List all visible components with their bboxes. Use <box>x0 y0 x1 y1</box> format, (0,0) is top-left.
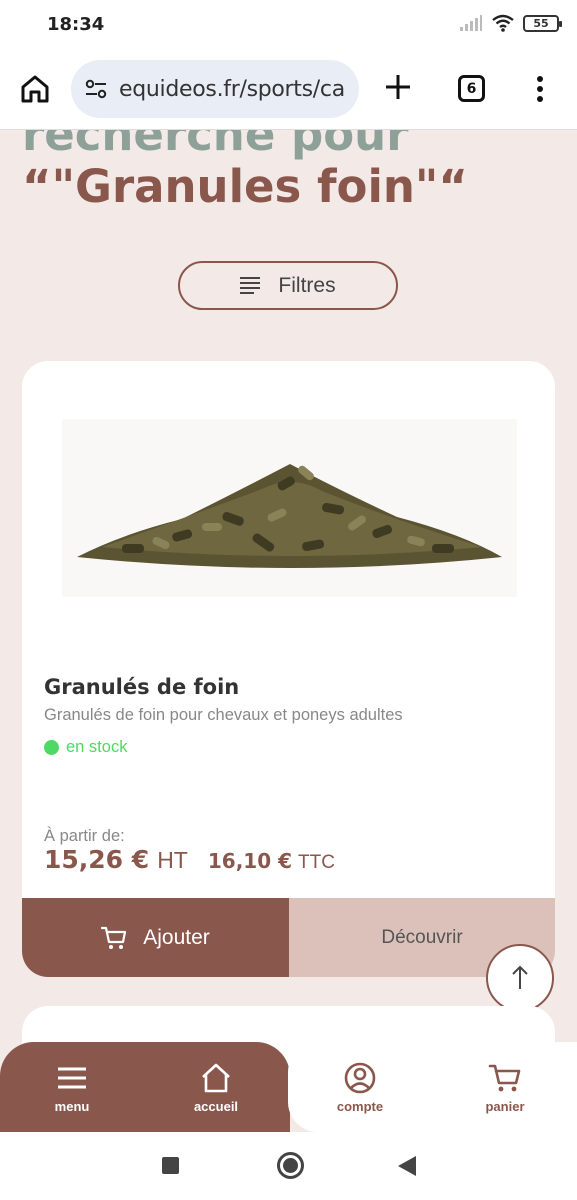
signal-icon <box>460 15 482 31</box>
price-ttc-unit: TTC <box>298 852 335 873</box>
menu-icon <box>58 1067 86 1088</box>
heading-line-1: recherche pour <box>22 108 409 161</box>
scroll-to-top-button[interactable] <box>486 944 554 1012</box>
stock-dot-icon <box>44 740 59 755</box>
system-navigation-bar <box>0 1132 577 1200</box>
nav-label-menu: menu <box>54 1098 90 1114</box>
nav-label-cart: panier <box>485 1098 525 1114</box>
card-actions: Ajouter Découvrir <box>22 898 555 977</box>
price-ht: 15,26 € <box>44 845 150 874</box>
search-results-heading: recherche pour “"Granules foin"“ <box>22 100 562 212</box>
wifi-icon <box>492 14 514 32</box>
status-icons: 55 <box>459 14 562 32</box>
account-icon <box>344 1062 376 1093</box>
product-name[interactable]: Granulés de foin <box>44 675 239 699</box>
nav-label-home: accueil <box>193 1098 239 1114</box>
filters-button[interactable]: Filtres <box>178 261 398 310</box>
site-settings-icon[interactable] <box>83 76 109 102</box>
system-home-icon[interactable] <box>277 1152 304 1179</box>
nav-item-menu[interactable]: menu <box>17 1042 127 1132</box>
nav-item-account[interactable]: compte <box>305 1042 415 1132</box>
discover-label: Découvrir <box>381 926 463 948</box>
arrow-up-icon <box>512 965 528 989</box>
product-image[interactable] <box>62 419 517 597</box>
stock-status: en stock <box>44 738 127 757</box>
price-ttc: 16,10 € <box>207 849 292 873</box>
recent-apps-icon[interactable] <box>162 1157 179 1174</box>
price-row: 15,26 € HT 16,10 € TTC <box>44 845 335 874</box>
add-to-cart-button[interactable]: Ajouter <box>22 898 289 977</box>
price-ht-unit: HT <box>157 847 188 873</box>
status-time: 18:34 <box>47 14 105 35</box>
cart-icon <box>488 1064 521 1091</box>
home-icon <box>202 1063 230 1092</box>
nav-item-cart[interactable]: panier <box>450 1042 560 1132</box>
new-tab-icon[interactable] <box>383 72 413 102</box>
status-bar: 18:34 55 <box>0 0 577 50</box>
product-card[interactable]: Granulés de foin Granulés de foin pour c… <box>22 361 555 977</box>
add-to-cart-label: Ajouter <box>143 925 210 949</box>
nav-label-account: compte <box>336 1098 384 1114</box>
back-icon[interactable] <box>398 1156 416 1176</box>
tab-switcher-button[interactable]: 6 <box>458 75 485 102</box>
url-text: equideos.fr/sports/ca <box>119 76 345 102</box>
battery-indicator: 55 <box>523 14 562 32</box>
filter-list-icon <box>240 276 261 295</box>
cart-icon <box>101 926 127 949</box>
nav-item-home[interactable]: accueil <box>161 1042 271 1132</box>
filters-label: Filtres <box>278 273 336 297</box>
price-from-label: À partir de: <box>44 827 125 845</box>
product-description: Granulés de foin pour chevaux et poneys … <box>44 706 403 724</box>
stock-label: en stock <box>66 738 128 756</box>
bottom-navigation: menu accueil compte panier <box>0 1042 577 1132</box>
